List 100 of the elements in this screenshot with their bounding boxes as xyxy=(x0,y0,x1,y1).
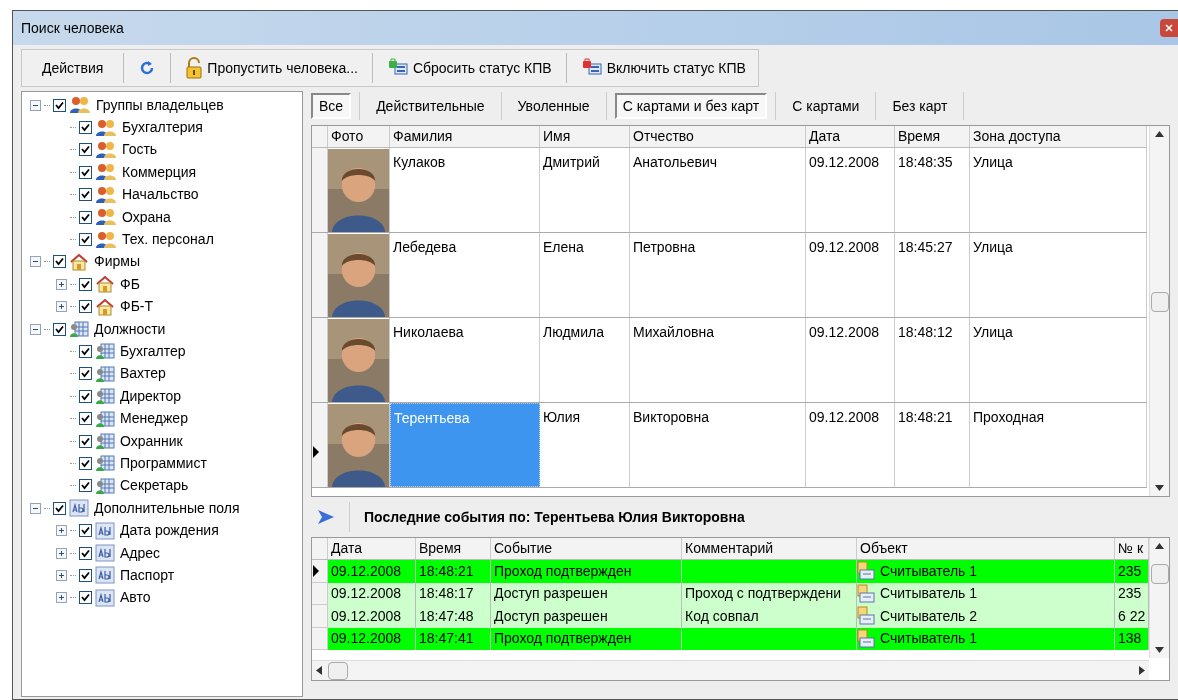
table-row[interactable]: 09.12.2008 18:48:17 Доступ разрешен Проход с подтверждени Считыватель 1 235 xyxy=(312,582,1149,605)
column-header[interactable]: Объект xyxy=(857,538,1115,559)
checkbox[interactable] xyxy=(79,345,92,358)
checkbox[interactable] xyxy=(79,412,92,426)
checkbox[interactable] xyxy=(53,322,66,336)
row-header[interactable] xyxy=(312,403,328,487)
checkbox[interactable] xyxy=(79,479,92,493)
checkbox[interactable] xyxy=(79,233,92,247)
checkbox[interactable] xyxy=(79,367,92,381)
scroll-thumb[interactable] xyxy=(328,661,348,680)
toolbar-button[interactable]: Включить статус КПВ xyxy=(576,53,750,83)
expand-icon[interactable] xyxy=(56,301,67,313)
checkbox[interactable] xyxy=(79,277,92,291)
expand-icon[interactable] xyxy=(56,547,67,559)
tree-item[interactable]: Бухгалтер xyxy=(120,341,186,362)
table-row[interactable]: 09.12.2008 18:48:21 Проход подтвержден Считыватель 1 235 xyxy=(312,560,1149,583)
column-header[interactable]: Дата xyxy=(806,126,895,147)
checkbox[interactable] xyxy=(79,546,92,560)
checkbox[interactable] xyxy=(79,210,92,224)
toolbar-button[interactable]: Сбросить статус КПВ xyxy=(382,53,556,83)
column-header[interactable]: Фото xyxy=(328,126,390,147)
tree-item[interactable]: Группы владельцев xyxy=(96,94,224,116)
table-row[interactable]: 09.12.2008 18:47:41 Проход подтвержден Считыватель 1 138 xyxy=(312,627,1149,650)
checkbox[interactable] xyxy=(79,568,92,582)
tree-item[interactable]: Тех. персонал xyxy=(122,229,214,251)
collapse-icon[interactable] xyxy=(30,99,41,111)
table-row[interactable]: 09.12.2008 18:47:48 Доступ разрешен Код совпал Считыватель 2 6 22 xyxy=(312,605,1149,628)
expand-icon[interactable] xyxy=(56,525,67,537)
table-row[interactable]: Лебедева Елена Петровна 09.12.2008 18:45:27 Улица xyxy=(312,233,1147,318)
collapse-icon[interactable] xyxy=(30,256,41,268)
scroll-down-icon[interactable] xyxy=(1155,647,1164,653)
expand-icon[interactable] xyxy=(56,569,67,581)
play-icon[interactable] xyxy=(317,509,335,525)
tree-item[interactable]: Дополнительные поля xyxy=(94,497,240,519)
horizontal-scrollbar[interactable] xyxy=(312,660,1149,680)
tree-item[interactable]: Дата рождения xyxy=(120,520,219,542)
table-row[interactable]: Терентьева Юлия Викторовна 09.12.2008 18:48:21 Проходная xyxy=(312,403,1147,488)
checkbox[interactable] xyxy=(79,434,92,448)
tree-item[interactable]: Гость xyxy=(122,139,158,161)
scroll-left-icon[interactable] xyxy=(316,666,322,675)
checkbox[interactable] xyxy=(79,591,92,605)
checkbox[interactable] xyxy=(53,98,66,112)
scroll-right-icon[interactable] xyxy=(1139,666,1145,675)
tree-item[interactable]: Фирмы xyxy=(94,251,140,273)
scrollbar[interactable] xyxy=(1149,538,1169,658)
scroll-down-icon[interactable] xyxy=(1155,485,1164,491)
column-header[interactable]: Имя xyxy=(540,126,630,147)
column-header[interactable]: Событие xyxy=(491,538,682,559)
collapse-icon[interactable] xyxy=(30,323,41,335)
tree-item[interactable]: Менеджер xyxy=(120,408,188,430)
column-header[interactable]: Зона доступа xyxy=(970,126,1147,147)
checkbox[interactable] xyxy=(79,524,92,538)
checkbox[interactable] xyxy=(79,143,92,157)
toolbar-button[interactable]: Пропустить человека... xyxy=(181,53,362,83)
table-row[interactable]: Кулаков Дмитрий Анатольевич 09.12.2008 18:48:35 Улица xyxy=(312,148,1147,233)
filter-tab[interactable]: Без карт xyxy=(884,93,956,119)
scrollbar[interactable] xyxy=(1149,126,1169,496)
checkbox[interactable] xyxy=(53,501,66,515)
tree-item[interactable]: ФБ xyxy=(120,273,140,295)
filter-tab[interactable]: Действительные xyxy=(368,93,493,119)
expand-icon[interactable] xyxy=(56,592,67,604)
tree-item[interactable]: Охрана xyxy=(122,206,171,228)
column-header[interactable]: Время xyxy=(895,126,970,147)
actions-menu[interactable]: Действия xyxy=(32,53,114,83)
tree-item[interactable]: Должности xyxy=(94,318,166,340)
tree-item[interactable]: Бухгалтерия xyxy=(122,117,203,139)
filter-tab[interactable]: С картами xyxy=(784,93,868,119)
scroll-up-icon[interactable] xyxy=(1155,131,1164,137)
column-header[interactable]: Отчество xyxy=(630,126,806,147)
checkbox[interactable] xyxy=(79,121,92,135)
close-button[interactable] xyxy=(1160,19,1178,37)
tree-item[interactable]: Секретарь xyxy=(120,475,189,497)
tree-item[interactable]: ФБ-Т xyxy=(120,296,154,318)
column-header[interactable]: Комментарий xyxy=(682,538,857,559)
checkbox[interactable] xyxy=(53,255,66,269)
tree-item[interactable]: Вахтер xyxy=(120,363,166,385)
scroll-thumb[interactable] xyxy=(1150,564,1169,584)
column-header[interactable]: Время xyxy=(416,538,491,559)
filter-tab[interactable]: С картами и без карт xyxy=(614,93,768,119)
tree-item[interactable]: Начальство xyxy=(122,184,199,206)
table-row[interactable]: Николаева Людмила Михайловна 09.12.2008 18:48:12 Улица xyxy=(312,318,1147,403)
filter-tab[interactable]: Все xyxy=(311,93,352,119)
checkbox[interactable] xyxy=(79,300,92,314)
tree-item[interactable]: Авто xyxy=(120,587,151,609)
filter-tab[interactable]: Уволенные xyxy=(509,93,598,119)
tree-item[interactable]: Коммерция xyxy=(122,161,197,183)
scroll-thumb[interactable] xyxy=(1150,292,1169,312)
scroll-up-icon[interactable] xyxy=(1155,543,1164,549)
column-header[interactable]: Дата xyxy=(328,538,416,559)
checkbox[interactable] xyxy=(79,456,92,470)
tree-item[interactable]: Программист xyxy=(120,452,207,474)
tree-item[interactable]: Директор xyxy=(120,385,181,407)
tree-item[interactable]: Адрес xyxy=(120,542,161,564)
column-header[interactable]: Фамилия xyxy=(390,126,540,147)
checkbox[interactable] xyxy=(79,165,92,179)
checkbox[interactable] xyxy=(79,188,92,202)
collapse-icon[interactable] xyxy=(30,502,41,514)
tree-item[interactable]: Охранник xyxy=(120,430,183,452)
tree-item[interactable]: Паспорт xyxy=(120,564,175,586)
checkbox[interactable] xyxy=(79,389,92,403)
